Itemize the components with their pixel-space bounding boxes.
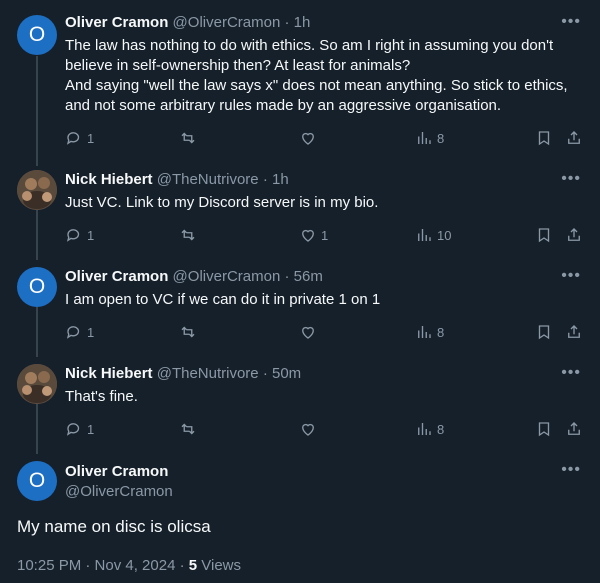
repost-icon — [181, 423, 195, 435]
repost-button[interactable] — [179, 225, 201, 245]
more-options-icon[interactable]: ••• — [561, 268, 581, 284]
views-button[interactable]: 8 — [415, 128, 444, 148]
tweet-text: Just VC. Link to my Discord server is in… — [65, 194, 379, 211]
tweet-text: That's fine. — [65, 388, 138, 405]
like-icon — [302, 132, 314, 145]
like-button[interactable]: 1 — [299, 225, 328, 245]
reply-button[interactable]: 1 — [65, 128, 94, 148]
reply-icon — [66, 326, 80, 339]
bookmark-icon — [538, 325, 550, 340]
views-icon — [418, 423, 431, 435]
bookmark-icon — [538, 422, 550, 437]
reply-button[interactable]: 1 — [65, 419, 94, 439]
post-time[interactable]: · 1h — [284, 14, 310, 31]
bookmark-button[interactable] — [535, 225, 553, 245]
author-handle[interactable]: @OliverCramon — [173, 14, 281, 31]
author-name[interactable]: Oliver Cramon — [65, 462, 168, 482]
action-bar: 1 8 — [65, 322, 584, 342]
thread-line — [36, 404, 38, 454]
avatar[interactable]: O — [17, 15, 57, 55]
author-handle[interactable]: @TheNutrivore — [157, 171, 259, 188]
post-time[interactable]: · 1h — [263, 171, 289, 188]
tweet-text: I am open to VC if we can do it in priva… — [65, 291, 381, 308]
author-handle[interactable]: @TheNutrivore — [157, 365, 259, 382]
more-options-icon[interactable]: ••• — [561, 462, 581, 478]
bookmark-button[interactable] — [535, 128, 553, 148]
tweet-text: My name on disc is olicsa — [17, 517, 211, 536]
post-time[interactable]: · 56m — [284, 268, 322, 285]
like-icon — [302, 229, 314, 242]
reply-icon — [66, 132, 80, 145]
like-button[interactable] — [299, 419, 321, 439]
thread-line — [36, 307, 38, 357]
author-handle[interactable]: @OliverCramon — [173, 268, 281, 285]
profile-photo — [17, 364, 57, 404]
tweet-text: The law has nothing to do with ethics. S… — [65, 37, 568, 114]
action-bar: 1 8 — [65, 128, 584, 148]
repost-button[interactable] — [179, 419, 201, 439]
repost-button[interactable] — [179, 322, 201, 342]
avatar[interactable]: O — [17, 267, 57, 307]
more-options-icon[interactable]: ••• — [561, 365, 581, 381]
repost-icon — [181, 229, 195, 241]
thread-line — [36, 210, 38, 260]
tweet-meta: 10:25 PM · Nov 4, 2024 · 5 Views — [17, 556, 241, 576]
reply-icon — [66, 423, 80, 436]
like-icon — [302, 423, 314, 436]
views-icon — [418, 132, 431, 144]
share-button[interactable] — [565, 322, 583, 342]
reply-icon — [66, 229, 80, 242]
reply-button[interactable]: 1 — [65, 225, 94, 245]
reply-button[interactable]: 1 — [65, 322, 94, 342]
share-icon — [568, 325, 580, 338]
repost-icon — [181, 326, 195, 338]
views-count: 5 — [188, 557, 198, 574]
views-icon — [418, 326, 431, 338]
author-name[interactable]: Oliver Cramon — [65, 268, 168, 285]
share-button[interactable] — [565, 419, 583, 439]
share-icon — [568, 228, 580, 241]
post-timestamp[interactable]: 10:25 PM · Nov 4, 2024 · — [17, 557, 189, 574]
more-options-icon[interactable]: ••• — [561, 14, 581, 30]
repost-icon — [181, 132, 195, 144]
author-name[interactable]: Oliver Cramon — [65, 14, 168, 31]
bookmark-button[interactable] — [535, 322, 553, 342]
avatar[interactable]: O — [17, 461, 57, 501]
bookmark-icon — [538, 131, 550, 146]
views-button[interactable]: 8 — [415, 322, 444, 342]
thread-line — [36, 56, 38, 166]
share-button[interactable] — [565, 225, 583, 245]
profile-photo — [17, 170, 57, 210]
action-bar: 1 1 10 — [65, 225, 584, 245]
views-button[interactable]: 8 — [415, 419, 444, 439]
more-options-icon[interactable]: ••• — [561, 171, 581, 187]
author-handle[interactable]: @OliverCramon — [65, 482, 173, 502]
views-icon — [418, 229, 431, 241]
share-button[interactable] — [565, 128, 583, 148]
share-icon — [568, 131, 580, 144]
bookmark-button[interactable] — [535, 419, 553, 439]
views-label: Views — [197, 557, 242, 574]
like-button[interactable] — [299, 322, 321, 342]
author-name[interactable]: Nick Hiebert — [65, 365, 153, 382]
post-time[interactable]: · 50m — [263, 365, 301, 382]
avatar[interactable] — [17, 170, 57, 210]
views-button[interactable]: 10 — [415, 225, 451, 245]
repost-button[interactable] — [179, 128, 201, 148]
action-bar: 1 8 — [65, 419, 584, 439]
avatar[interactable] — [17, 364, 57, 404]
like-icon — [302, 326, 314, 339]
bookmark-icon — [538, 228, 550, 243]
like-button[interactable] — [299, 128, 321, 148]
share-icon — [568, 422, 580, 435]
author-name[interactable]: Nick Hiebert — [65, 171, 153, 188]
